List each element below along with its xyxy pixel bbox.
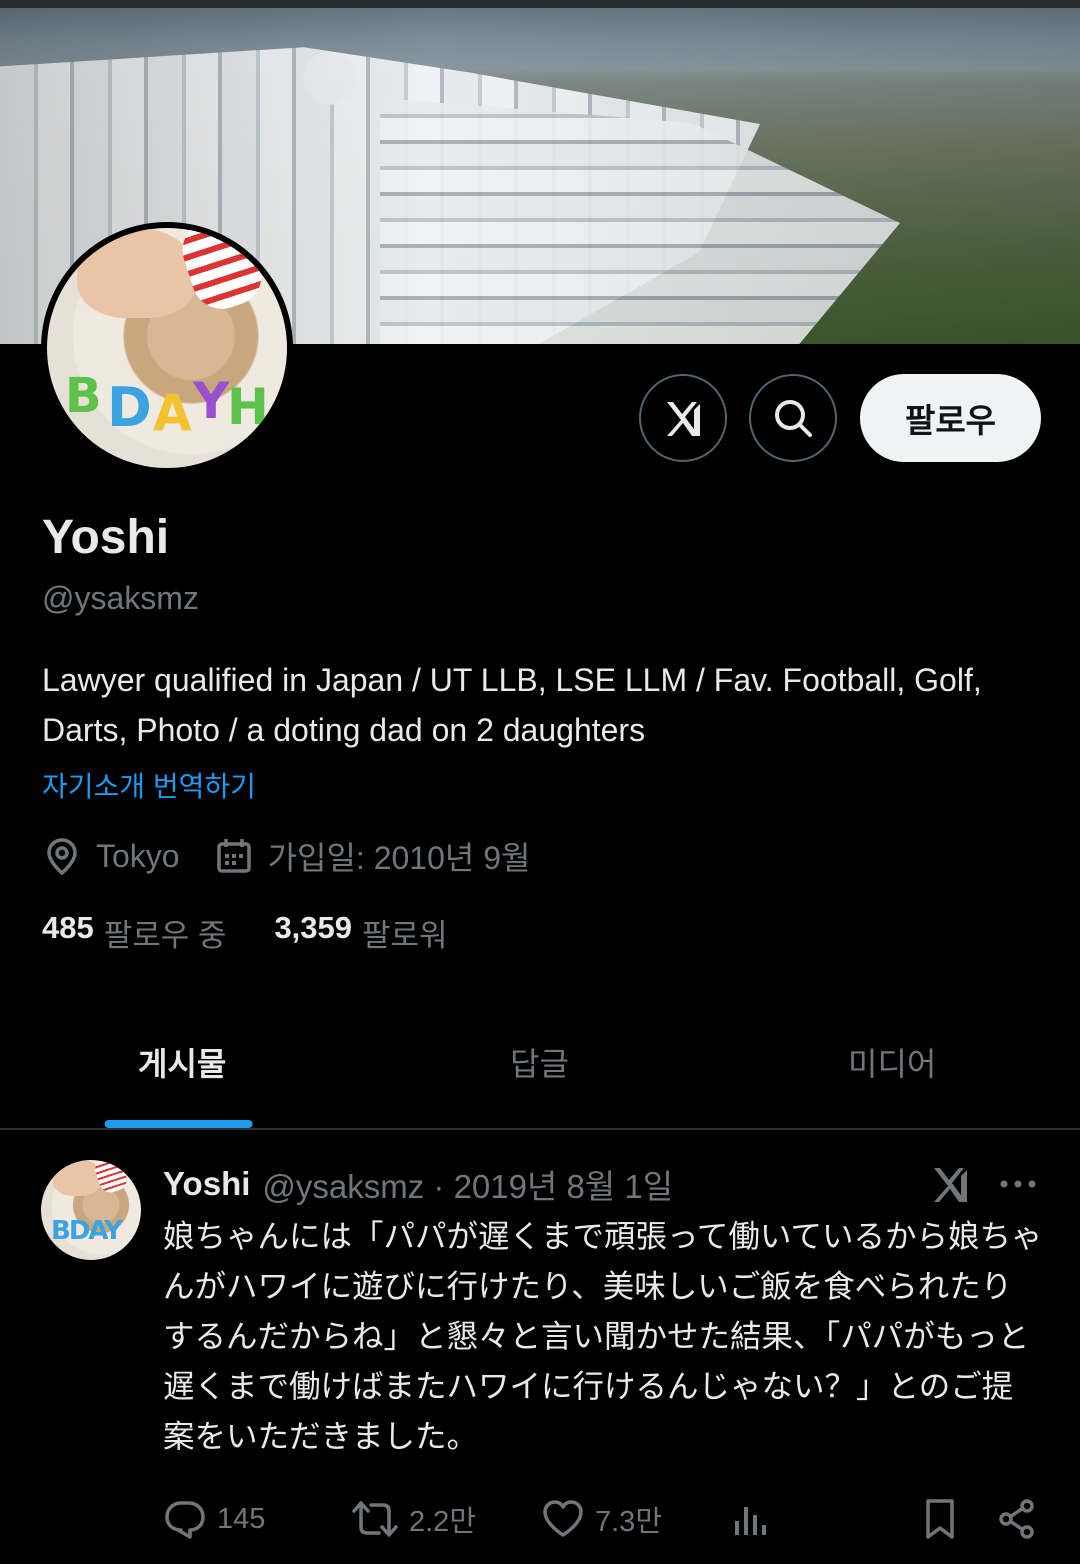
share-icon <box>999 1499 1034 1539</box>
views-button[interactable] <box>729 1494 783 1544</box>
calendar-icon <box>216 839 251 873</box>
post-handle-date[interactable]: @ysaksmz · 2019년 8월 1일 <box>262 1160 673 1208</box>
active-tab-indicator <box>104 1120 253 1128</box>
post-author-name[interactable]: Yoshi <box>163 1165 250 1203</box>
profile-bio: Lawyer qualified in Japan / UT LLB, LSE … <box>42 662 982 748</box>
bookmark-icon <box>926 1499 954 1539</box>
joined-item: 가입일: 2010년 9월 <box>214 833 531 879</box>
profile-avatar[interactable]: B D A Y H <box>41 222 293 474</box>
tab-replies[interactable]: 답글 <box>372 1020 712 1104</box>
more-icon <box>1000 1180 1036 1188</box>
following-count[interactable]: 485 <box>42 910 94 955</box>
profile-name: Yoshi <box>42 511 170 564</box>
profile-meta: Tokyo 가입일: 2010년 9월 <box>42 832 564 880</box>
tab-posts[interactable]: 게시물 <box>0 1020 372 1128</box>
repost-icon <box>352 1501 398 1537</box>
followers-count[interactable]: 3,359 <box>274 910 352 955</box>
tab-posts-label: 게시물 <box>138 1046 227 1082</box>
tab-media-label: 미디어 <box>848 1046 937 1082</box>
search-icon <box>775 400 812 437</box>
post-actions: 145 2.2만 7.3만 <box>163 1494 1043 1544</box>
post-more-button[interactable] <box>998 1168 1038 1205</box>
profile-tabs: 게시물 답글 미디어 <box>0 1020 1080 1130</box>
post-avatar[interactable]: BDAY <box>41 1160 141 1260</box>
translate-bio-link[interactable]: 자기소개 번역하기 <box>42 765 256 805</box>
location-icon <box>47 838 77 876</box>
following-label[interactable]: 팔로우 중 <box>104 910 227 955</box>
like-count: 7.3만 <box>595 1506 662 1538</box>
repost-count: 2.2만 <box>409 1506 476 1538</box>
reply-count: 145 <box>217 1502 266 1535</box>
bookmark-button[interactable] <box>918 1494 972 1544</box>
views-icon <box>735 1507 766 1535</box>
share-button[interactable] <box>995 1494 1049 1544</box>
reply-button[interactable]: 145 <box>163 1494 265 1544</box>
joined-text: 가입일: 2010년 9월 <box>267 840 531 876</box>
profile-handle: @ysaksmz <box>42 580 199 616</box>
repost-button[interactable]: 2.2만 <box>351 1494 476 1544</box>
top-strip <box>0 0 1080 8</box>
follow-button[interactable]: 팔로우 <box>860 374 1041 462</box>
grok-icon <box>934 1168 967 1202</box>
tab-media[interactable]: 미디어 <box>712 1020 1080 1104</box>
grok-button[interactable] <box>639 374 727 462</box>
grok-icon <box>667 402 700 436</box>
follow-stats: 485 팔로우 중 3,359 팔로워 <box>42 910 496 955</box>
followers-label[interactable]: 팔로워 <box>362 910 448 955</box>
search-button[interactable] <box>749 374 837 462</box>
location-item: Tokyo <box>42 836 180 876</box>
avatar-candles: B D A Y H <box>65 368 269 442</box>
post-grok-button[interactable] <box>928 1162 972 1211</box>
location-text: Tokyo <box>96 837 180 874</box>
post-header: Yoshi @ysaksmz · 2019년 8월 1일 <box>163 1162 673 1206</box>
tab-replies-label: 답글 <box>510 1046 569 1082</box>
post-text: 娘ちゃんには「パパが遅くまで頑張って働いているから娘ちゃんがハワイに遊びに行けた… <box>163 1219 1043 1455</box>
reply-icon <box>165 1501 205 1539</box>
like-icon <box>543 1500 583 1537</box>
like-button[interactable]: 7.3만 <box>541 1494 662 1544</box>
post-avatar-candles: BDAY <box>51 1216 123 1246</box>
